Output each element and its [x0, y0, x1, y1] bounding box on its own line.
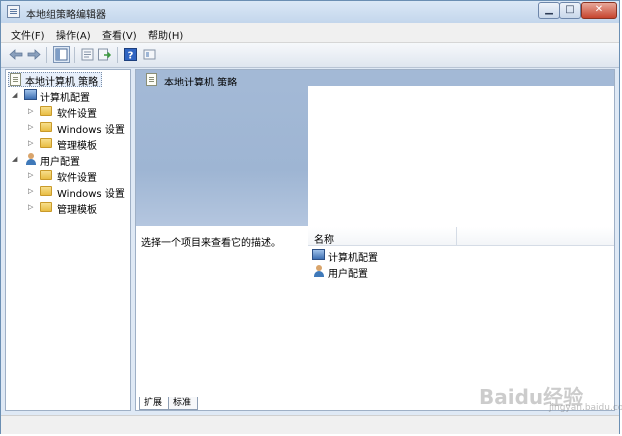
tree-item-label: 软件设置: [57, 173, 97, 184]
folder-icon: [40, 170, 52, 180]
navigation-tree: 本地计算机 策略 ◢ 计算机配置 ▷ 软件设置 ▷ Windows 设置 ▷ 管…: [5, 69, 131, 411]
toolbar-separator: [46, 47, 47, 63]
column-divider[interactable]: [456, 227, 457, 245]
title-bar[interactable]: 本地组策略编辑器 ▁ □ ✕: [1, 1, 619, 23]
tab-extended[interactable]: 扩展: [139, 397, 169, 410]
computer-icon: [312, 249, 325, 260]
computer-icon: [24, 89, 37, 100]
description-panel-background: [136, 86, 308, 226]
list-item-label: 用户配置: [328, 269, 368, 280]
policy-icon: [146, 73, 157, 86]
expand-arrow-icon[interactable]: ▷: [28, 203, 33, 211]
expand-arrow-icon[interactable]: ▷: [28, 107, 33, 115]
menu-view[interactable]: 查看(V): [102, 27, 137, 42]
tree-item-user-config[interactable]: ◢ 用户配置: [12, 152, 122, 168]
tree-item-user-windows[interactable]: ▷ Windows 设置: [28, 184, 128, 200]
folder-icon: [40, 186, 52, 196]
properties-icon[interactable]: [80, 47, 95, 62]
tree-item-label: 管理模板: [57, 205, 97, 216]
menu-file[interactable]: 文件(F): [11, 27, 45, 42]
baidu-watermark-url: jingyan.baidu.com: [549, 403, 622, 413]
close-button[interactable]: ✕: [581, 2, 617, 19]
policy-editor-window: 本地组策略编辑器 ▁ □ ✕ 文件(F) 操作(A) 查看(V) 帮助(H) ?: [0, 0, 622, 434]
collapse-arrow-icon[interactable]: ◢: [12, 155, 17, 163]
collapse-arrow-icon[interactable]: ◢: [12, 91, 17, 99]
menu-bar: 文件(F) 操作(A) 查看(V) 帮助(H): [1, 23, 619, 43]
folder-icon: [40, 138, 52, 148]
expand-arrow-icon[interactable]: ▷: [28, 171, 33, 179]
tab-standard[interactable]: 标准: [168, 397, 198, 410]
status-bar: [1, 415, 619, 434]
expand-arrow-icon[interactable]: ▷: [28, 123, 33, 131]
user-icon: [25, 153, 37, 165]
tree-item-label: Windows 设置: [57, 125, 125, 136]
list-item-label: 计算机配置: [328, 253, 378, 264]
toolbar-separator: [117, 47, 118, 63]
export-icon[interactable]: [97, 47, 112, 62]
tree-item-computer-admin-templates[interactable]: ▷ 管理模板: [28, 136, 128, 152]
tree-item-user-software[interactable]: ▷ 软件设置: [28, 168, 128, 184]
list-header: 名称: [308, 227, 614, 246]
tree-item-user-admin-templates[interactable]: ▷ 管理模板: [28, 200, 128, 216]
expand-arrow-icon[interactable]: ▷: [28, 139, 33, 147]
description-text: 选择一个项目来查看它的描述。: [141, 238, 281, 249]
show-hide-tree-icon[interactable]: [53, 46, 70, 63]
details-header-banner: 本地计算机 策略: [136, 70, 614, 89]
expand-arrow-icon[interactable]: ▷: [28, 187, 33, 195]
window-title: 本地组策略编辑器: [26, 10, 106, 21]
tree-item-computer-software[interactable]: ▷ 软件设置: [28, 104, 128, 120]
folder-icon: [40, 106, 52, 116]
tree-item-label: 管理模板: [57, 141, 97, 152]
folder-icon: [40, 122, 52, 132]
maximize-button[interactable]: □: [559, 2, 581, 19]
column-header-name[interactable]: 名称: [314, 231, 334, 246]
tree-item-label: 本地计算机 策略: [25, 77, 99, 88]
toolbar: ?: [1, 43, 619, 68]
details-pane: 本地计算机 策略 选择一个项目来查看它的描述。 名称 计算机配置 用户配置: [135, 69, 615, 411]
toolbar-separator: [74, 47, 75, 63]
help-icon[interactable]: ?: [123, 47, 138, 62]
user-icon: [313, 265, 325, 277]
tree-item-label: 软件设置: [57, 109, 97, 120]
back-arrow-icon[interactable]: [9, 47, 24, 62]
tree-item-computer-windows[interactable]: ▷ Windows 设置: [28, 120, 128, 136]
list-item-computer-config[interactable]: 计算机配置: [312, 248, 432, 264]
policy-icon: [10, 73, 21, 86]
view-icon[interactable]: [142, 47, 157, 62]
tree-item-label: 计算机配置: [40, 93, 90, 104]
menu-action[interactable]: 操作(A): [56, 27, 91, 42]
minimize-button[interactable]: ▁: [538, 2, 560, 19]
folder-icon: [40, 202, 52, 212]
policy-app-icon: [7, 5, 20, 18]
tree-item-computer-config[interactable]: ◢ 计算机配置: [12, 88, 122, 104]
tree-item-label: Windows 设置: [57, 189, 125, 200]
forward-arrow-icon[interactable]: [26, 47, 41, 62]
svg-text:?: ?: [128, 51, 134, 62]
menu-help[interactable]: 帮助(H): [148, 27, 183, 42]
tree-item-local-policy[interactable]: 本地计算机 策略: [10, 72, 120, 88]
list-item-user-config[interactable]: 用户配置: [312, 264, 432, 280]
tree-item-label: 用户配置: [40, 157, 80, 168]
